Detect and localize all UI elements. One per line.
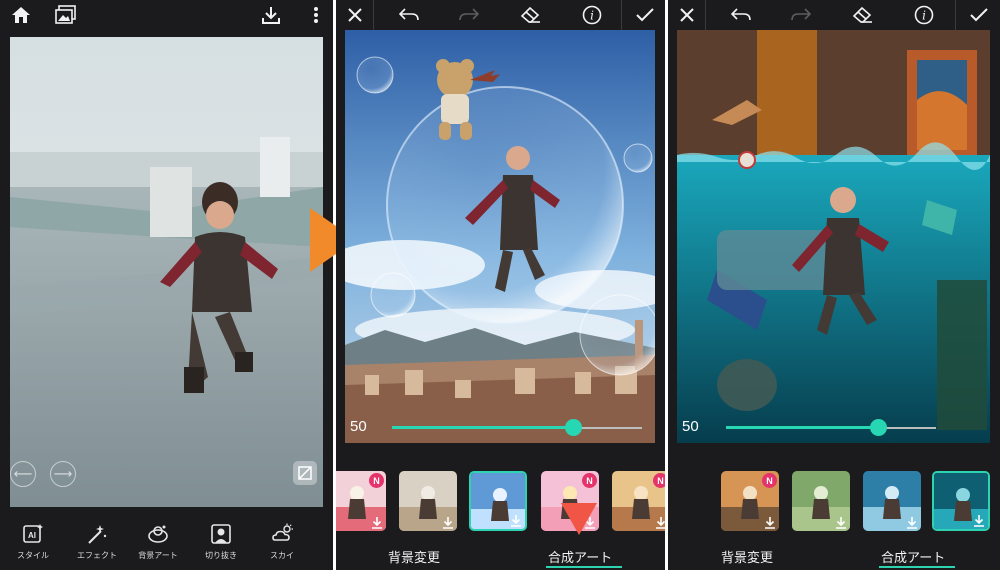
blend-slider-value: 50 (350, 418, 367, 435)
undo-button[interactable]: ⟵ (10, 461, 36, 487)
download-icon (765, 517, 775, 529)
arrow-right-icon: ⟶ (53, 466, 73, 482)
blend-thumbnail[interactable] (932, 471, 990, 531)
compare-button[interactable] (293, 461, 317, 485)
svg-text:AI: AI (28, 531, 36, 540)
tool-label: 背景アート (138, 551, 178, 560)
tab-selected-indicator (879, 566, 955, 568)
new-badge: N (762, 473, 777, 488)
gallery-icon (55, 5, 76, 24)
sky-icon (272, 523, 293, 541)
info-icon: i (914, 5, 934, 25)
selection-pointer-icon (561, 503, 597, 535)
style-tool-button[interactable]: AI スタイル (9, 522, 57, 566)
undo-icon (731, 8, 751, 21)
new-badge: N (369, 473, 384, 488)
new-badge: N (582, 473, 597, 488)
blend-thumbnail[interactable] (863, 471, 921, 531)
redo-button[interactable]: ⟶ (50, 461, 76, 487)
redo-button[interactable] (452, 0, 486, 30)
more-menu-button[interactable] (299, 0, 333, 30)
home-icon (12, 7, 30, 23)
blend-thumbnail[interactable] (399, 471, 457, 531)
download-icon (974, 515, 984, 527)
blend-panel-bubble: i 50 N N N 背景変更 合成アート (336, 0, 665, 570)
ai-style-icon: AI (23, 524, 43, 543)
download-icon (907, 517, 917, 529)
home-button[interactable] (4, 0, 38, 30)
blend-thumbnail[interactable] (469, 471, 527, 531)
download-icon (511, 515, 521, 527)
cutout-tool-button[interactable]: 切り抜き (197, 522, 245, 566)
undo-icon (399, 8, 419, 21)
download-icon (443, 517, 453, 529)
blend-thumbnail[interactable]: N (721, 471, 779, 531)
magic-wand-icon (88, 525, 107, 544)
checkmark-icon (970, 8, 988, 22)
close-button[interactable] (338, 0, 372, 30)
redo-icon (791, 8, 811, 21)
arrow-left-icon: ⟵ (13, 466, 33, 482)
info-button[interactable]: i (575, 0, 609, 30)
cutout-icon (211, 524, 231, 544)
info-button[interactable]: i (907, 0, 941, 30)
background-art-icon (148, 525, 168, 543)
checkmark-icon (636, 8, 654, 22)
tool-label: スタイル (17, 551, 49, 560)
blend-panel-water: i 50 N 背景変更 合成アート (668, 0, 1000, 570)
eraser-icon (520, 6, 540, 23)
compare-icon (298, 466, 312, 480)
apply-button[interactable] (628, 0, 662, 30)
photo-editor-panel: ⟵ ⟶ AI スタイル エフェクト 背景アート 切り抜き スカイ (0, 0, 333, 570)
download-icon (656, 517, 665, 529)
tab-selected-indicator (546, 566, 622, 568)
water-blend-preview (677, 30, 990, 443)
tab-composite-art[interactable]: 合成アート (548, 547, 612, 566)
tab-composite-art[interactable]: 合成アート (881, 547, 945, 566)
info-icon: i (582, 5, 602, 25)
new-badge: N (653, 473, 665, 488)
blend-slider-fill (726, 426, 879, 429)
svg-text:i: i (590, 9, 594, 23)
background-art-tool-button[interactable]: 背景アート (134, 522, 182, 566)
eraser-button[interactable] (514, 0, 548, 30)
more-vertical-icon (314, 7, 318, 23)
bubble-blend-preview (345, 30, 655, 443)
undo-button[interactable] (392, 0, 426, 30)
download-button[interactable] (254, 0, 288, 30)
blend-slider-fill (392, 426, 574, 429)
tool-label: 切り抜き (205, 551, 237, 560)
blend-thumbnail[interactable]: N (612, 471, 665, 531)
close-icon (680, 8, 694, 22)
download-icon (262, 7, 280, 24)
eraser-button[interactable] (846, 0, 880, 30)
effect-tool-button[interactable]: エフェクト (73, 522, 121, 566)
tool-label: スカイ (270, 551, 294, 560)
blend-thumbnail[interactable] (792, 471, 850, 531)
download-icon (372, 517, 382, 529)
blend-thumbnail-strip: NNN (336, 471, 665, 533)
tab-change-background[interactable]: 背景変更 (388, 547, 440, 566)
gallery-button[interactable] (49, 0, 83, 30)
close-icon (348, 8, 362, 22)
blend-thumbnail[interactable]: N (336, 471, 386, 531)
svg-text:i: i (922, 9, 926, 23)
tool-label: エフェクト (77, 551, 117, 560)
redo-icon (459, 8, 479, 21)
close-button[interactable] (670, 0, 704, 30)
original-photo (10, 37, 323, 507)
undo-button[interactable] (724, 0, 758, 30)
tab-change-background[interactable]: 背景変更 (721, 547, 773, 566)
blend-thumbnail-strip: N (668, 471, 1000, 533)
eraser-icon (852, 6, 872, 23)
redo-button[interactable] (784, 0, 818, 30)
download-icon (836, 517, 846, 529)
apply-button[interactable] (962, 0, 996, 30)
sky-tool-button[interactable]: スカイ (258, 522, 306, 566)
blend-slider-value: 50 (682, 418, 699, 435)
